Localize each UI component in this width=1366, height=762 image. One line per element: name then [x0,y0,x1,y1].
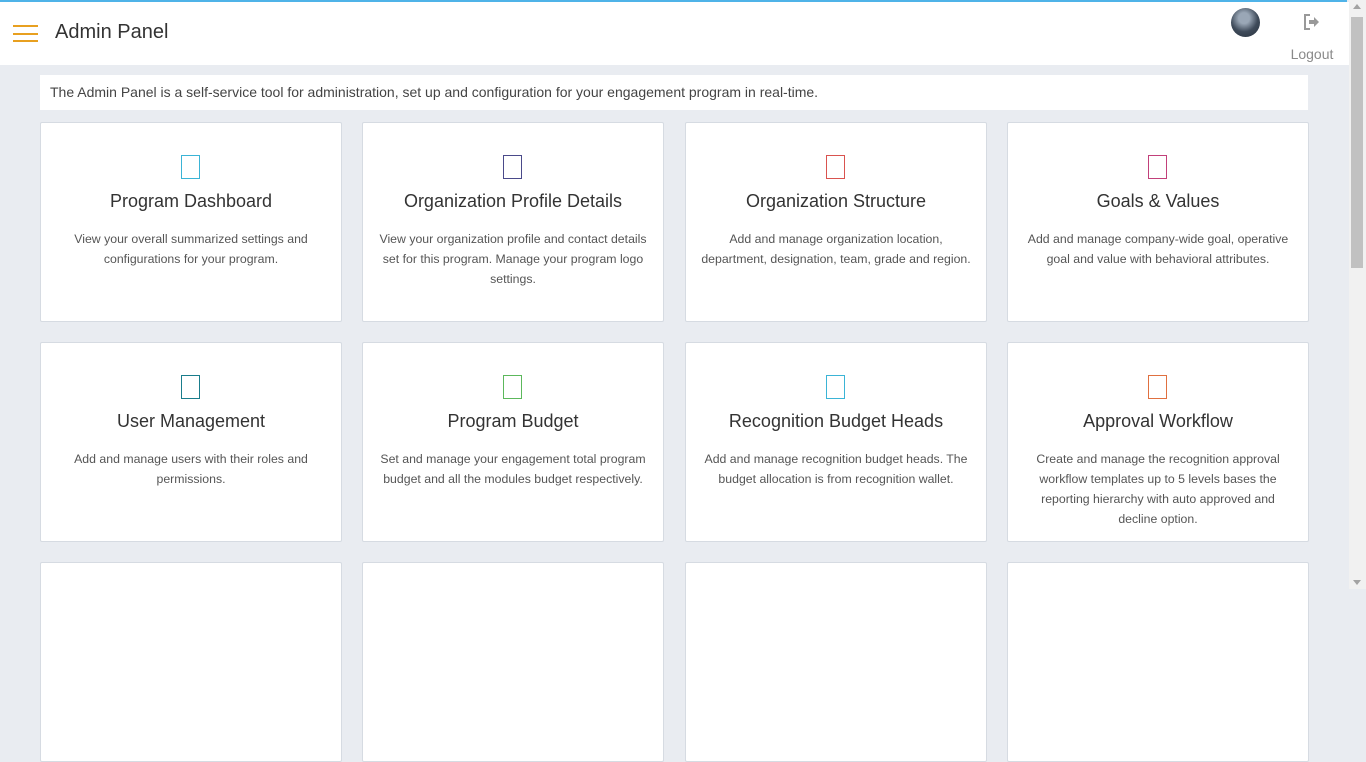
avatar[interactable] [1231,8,1260,37]
scroll-up-arrow-icon[interactable] [1353,4,1361,9]
admin-card[interactable]: Program Dashboard View your overall summa… [40,122,342,322]
admin-card[interactable] [1007,562,1309,762]
card-title: Approval Workflow [1083,411,1233,431]
recognition-icon [826,375,845,399]
card-description: View your organization profile and conta… [379,232,647,286]
admin-card[interactable]: Organization Profile Details View your or… [362,122,664,322]
card-title: User Management [116,411,266,431]
card-description: View your overall summarized settings an… [74,232,308,266]
card-description: Add and manage company-wide goal, operat… [1027,232,1289,266]
dashboard-icon [181,155,200,179]
admin-card[interactable]: Recognition Budget Heads Add and manage r… [685,342,987,542]
users-icon [181,375,200,399]
admin-card[interactable]: Goals & Values Add and manage company-wid… [1007,122,1309,322]
card-description: Add and manage recognition budget heads.… [704,452,968,486]
card-description: Create and manage the recognition approv… [1036,452,1280,526]
admin-card[interactable] [40,562,342,762]
workflow-icon [1148,375,1167,399]
budget-icon [503,375,522,399]
scroll-down-arrow-icon[interactable] [1353,580,1361,585]
card-title: Program Budget [447,411,579,431]
admin-card[interactable]: User Management Add and manage users with… [40,342,342,542]
card-description: Set and manage your engagement total pro… [380,452,646,486]
admin-card[interactable]: Program Budget Set and manage your engage… [362,342,664,542]
card-title: Program Dashboard [109,191,273,211]
card-description: Add and manage users with their roles an… [74,452,308,486]
menu-icon[interactable] [13,25,38,42]
card-description: Add and manage organization location, de… [701,232,971,266]
logout-icon [1304,14,1319,30]
vertical-scrollbar[interactable] [1349,0,1366,589]
structure-icon [826,155,845,179]
card-title: Recognition Budget Heads [728,411,944,431]
admin-card[interactable]: Organization Structure Add and manage org… [685,122,987,322]
card-title: Goals & Values [1096,191,1220,211]
card-title: Organization Profile Details [403,191,623,211]
scroll-thumb[interactable] [1351,17,1363,268]
card-title: Organization Structure [745,191,927,211]
intro-text: The Admin Panel is a self-service tool f… [40,75,1308,110]
logout-button[interactable]: Logout [1288,14,1336,62]
app-header: Admin Panel Logout [0,2,1349,65]
logout-label: Logout [1290,46,1334,62]
app-title: Admin Panel [55,21,169,43]
goals-icon [1148,155,1167,179]
profile-icon [503,155,522,179]
admin-card[interactable]: Approval Workflow Create and manage the r… [1007,342,1309,542]
admin-card[interactable] [362,562,664,762]
admin-card[interactable] [685,562,987,762]
